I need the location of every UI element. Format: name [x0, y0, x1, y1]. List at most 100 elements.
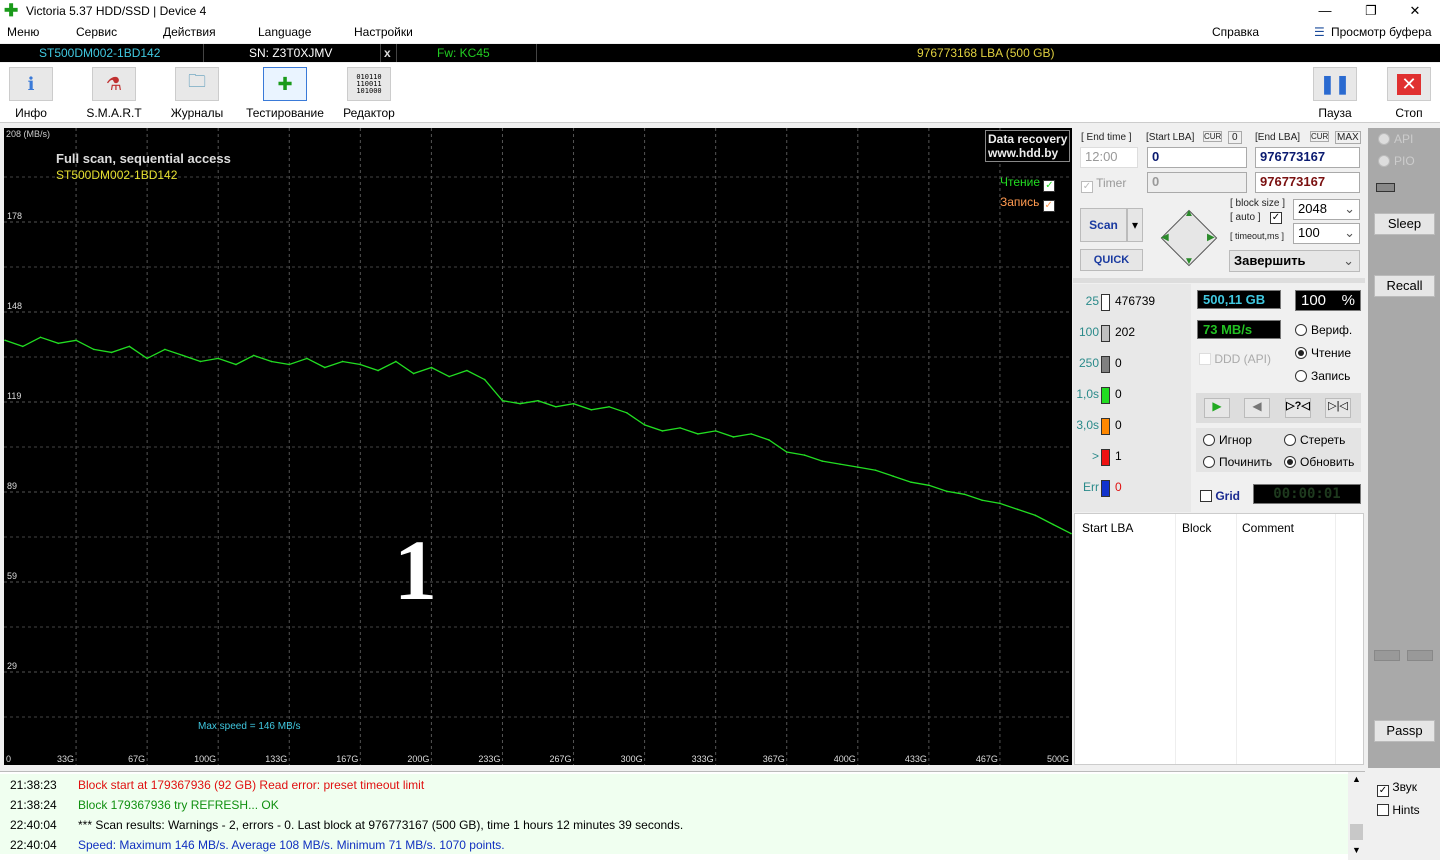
- speed-point: [164, 348, 166, 351]
- speed-point: [910, 481, 912, 484]
- arrow-down-icon[interactable]: ▼: [1184, 256, 1194, 267]
- menu-main[interactable]: Меню: [7, 25, 39, 39]
- log-row: 22:40:04 *** Scan results: Warnings - 2, …: [0, 814, 1348, 834]
- close-device-button[interactable]: x: [384, 46, 391, 60]
- speed-point: [999, 502, 1001, 505]
- log-row: 22:40:04 Speed: Maximum 146 MB/s. Average…: [0, 834, 1348, 854]
- timeout-select[interactable]: 100 ⌄: [1293, 223, 1360, 244]
- speed-point: [395, 360, 397, 363]
- defects-table: Start LBA Block Comment: [1074, 513, 1364, 765]
- buffer-view-button[interactable]: Просмотр буфера: [1331, 25, 1432, 39]
- start-cur-button[interactable]: CUR: [1203, 131, 1223, 142]
- editor-button[interactable]: 010110 110011 101000 Редактор: [342, 67, 396, 120]
- x-tick-label: 467G: [976, 754, 998, 764]
- erase-radio[interactable]: Стереть: [1284, 433, 1345, 447]
- reverse-button[interactable]: ◀: [1244, 398, 1270, 418]
- arrow-left-icon[interactable]: ◀: [1161, 232, 1169, 243]
- quick-button[interactable]: QUICK: [1080, 249, 1143, 271]
- scan-dropdown[interactable]: ▾: [1127, 208, 1143, 242]
- legend-read[interactable]: Чтение ✓: [1000, 175, 1056, 192]
- arrow-right-icon[interactable]: ▶: [1207, 232, 1215, 243]
- restore-button[interactable]: ❐: [1348, 0, 1394, 22]
- device-model[interactable]: ST500DM002-1BD142: [39, 46, 160, 60]
- y-tick-label: 59: [7, 571, 17, 581]
- menu-language[interactable]: Language: [258, 25, 311, 39]
- ignore-radio[interactable]: Игнор: [1203, 433, 1252, 447]
- api-radio[interactable]: API: [1378, 132, 1413, 146]
- speed-point: [252, 354, 255, 357]
- passp-button[interactable]: Passp: [1374, 720, 1435, 742]
- close-button[interactable]: ✕: [1392, 0, 1438, 22]
- menu-help[interactable]: Справка: [1212, 25, 1259, 39]
- menu-bar: Меню Сервис Действия Language Настройки …: [0, 22, 1440, 43]
- x-tick-label: 500G: [1047, 754, 1069, 764]
- grid-checkbox[interactable]: Grid: [1200, 489, 1240, 503]
- read-checkbox[interactable]: ✓: [1043, 180, 1056, 192]
- y-tick-label: 29: [7, 661, 17, 671]
- speed-point: [945, 490, 948, 493]
- recall-button[interactable]: Recall: [1374, 275, 1435, 297]
- end-cur-button[interactable]: CUR: [1310, 131, 1330, 142]
- chart-subtitle: ST500DM002-1BD142: [56, 168, 178, 182]
- legend-write[interactable]: Запись ✓: [1000, 195, 1055, 212]
- log-message: Speed: Maximum 146 MB/s. Average 108 MB/…: [78, 838, 505, 852]
- stop-button[interactable]: ✕ Стоп: [1387, 67, 1431, 120]
- play-button[interactable]: ▶: [1204, 398, 1230, 418]
- repair-radio[interactable]: Починить: [1203, 455, 1272, 469]
- speed-point: [75, 339, 77, 342]
- timer-checkbox[interactable]: ✓ Timer: [1081, 176, 1126, 193]
- speed-point: [181, 354, 184, 357]
- speed-chart: 0 33G 67G 100G 133G 167G 200G 233G 267G 300G 333G 3…: [4, 128, 1072, 765]
- device-bar: ST500DM002-1BD142 SN: Z3T0XJMV x Fw: KC4…: [0, 44, 1440, 62]
- menu-service[interactable]: Сервис: [76, 25, 117, 39]
- menu-settings[interactable]: Настройки: [354, 25, 413, 39]
- menu-actions[interactable]: Действия: [163, 25, 216, 39]
- speed-point: [679, 427, 681, 429]
- speed-point: [590, 408, 593, 411]
- col-block: Block: [1182, 521, 1212, 535]
- read-radio[interactable]: Чтение: [1295, 346, 1351, 360]
- start-lba-input[interactable]: 0: [1147, 147, 1247, 168]
- speed-point: [661, 430, 664, 432]
- speed-point: [821, 460, 824, 462]
- end-max-button[interactable]: MAX: [1335, 131, 1361, 144]
- speed-point: [1070, 532, 1072, 535]
- speed-point: [501, 399, 504, 402]
- info-button[interactable]: ℹ Инфо: [9, 67, 53, 120]
- indicator-2: [1407, 650, 1433, 661]
- smart-button[interactable]: ⚗ S.M.A.R.T: [86, 67, 142, 120]
- speed-point: [39, 336, 42, 339]
- block-size-select[interactable]: 2048 ⌄: [1293, 199, 1360, 220]
- ddd-checkbox[interactable]: DDD (API): [1199, 352, 1271, 366]
- start-zero-button[interactable]: 0: [1228, 131, 1242, 144]
- write-radio[interactable]: Запись: [1295, 369, 1350, 383]
- col-comment: Comment: [1242, 521, 1295, 535]
- arrow-up-icon[interactable]: ▲: [1184, 208, 1194, 219]
- speed-point: [857, 466, 859, 468]
- x-tick-label: 0: [6, 754, 11, 764]
- pio-radio[interactable]: PIO: [1378, 154, 1415, 168]
- sleep-button[interactable]: Sleep: [1374, 213, 1435, 235]
- logs-button[interactable]: 🗀 Журналы: [170, 67, 224, 120]
- log-scrollbar[interactable]: ▲ ▼: [1348, 772, 1365, 860]
- speed-point: [554, 405, 557, 408]
- scan-button[interactable]: Scan: [1080, 208, 1127, 242]
- write-checkbox[interactable]: ✓: [1042, 200, 1055, 212]
- refresh-radio[interactable]: Обновить: [1284, 455, 1354, 469]
- direction-pad[interactable]: ▲ ▼ ◀ ▶: [1157, 206, 1221, 270]
- end-time-input[interactable]: 12:00: [1080, 147, 1138, 168]
- speed-point: [839, 463, 841, 465]
- testing-button[interactable]: ✚ Тестирование: [245, 67, 325, 120]
- seek-end-button[interactable]: ▷|◁: [1325, 398, 1351, 418]
- sound-checkbox[interactable]: ✓ Звук: [1377, 780, 1417, 797]
- seek-random-button[interactable]: ▷?◁: [1285, 398, 1311, 418]
- end-lba-input[interactable]: 976773167: [1255, 147, 1360, 168]
- hints-checkbox[interactable]: Hints: [1377, 803, 1420, 817]
- pause-button[interactable]: ❚❚ Пауза: [1313, 67, 1357, 120]
- verify-radio[interactable]: Вериф.: [1295, 323, 1352, 337]
- speed-point: [785, 451, 788, 453]
- auto-block-checkbox[interactable]: ✓: [1270, 212, 1282, 224]
- minimize-button[interactable]: —: [1302, 0, 1348, 22]
- medical-kit-icon: ✚: [263, 67, 307, 101]
- finish-action-select[interactable]: Завершить ⌄: [1229, 250, 1360, 272]
